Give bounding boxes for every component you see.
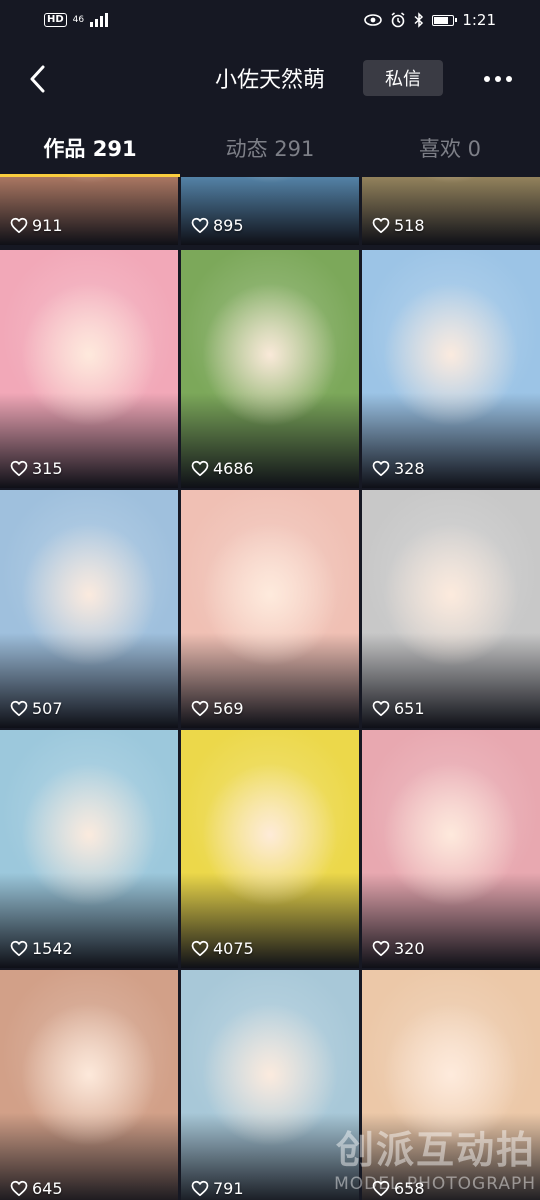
like-count-value: 4075 (213, 939, 254, 958)
chevron-left-icon (30, 65, 45, 93)
like-count-value: 651 (394, 699, 425, 718)
like-count: 320 (372, 939, 425, 958)
watermark-subtitle: MODEL PHOTOGRAPH (334, 1174, 536, 1194)
watermark-title: 创派互动拍 (335, 1128, 536, 1172)
like-count-value: 791 (213, 1179, 244, 1198)
hd-badge: HD (44, 13, 67, 27)
like-count-value: 315 (32, 459, 63, 478)
thumbnail-image (181, 730, 359, 968)
heart-icon (10, 217, 28, 234)
more-dot-icon (506, 76, 512, 82)
thumbnail-image (0, 730, 178, 968)
like-count: 315 (10, 459, 63, 478)
like-count-value: 911 (32, 216, 63, 235)
back-button[interactable] (20, 62, 54, 96)
video-thumbnail[interactable]: 791 (181, 970, 359, 1200)
thumbnail-image (362, 730, 540, 968)
heart-icon (372, 217, 390, 234)
video-thumbnail[interactable]: 645 (0, 970, 178, 1200)
direct-message-button[interactable]: 私信 (363, 60, 443, 96)
heart-icon (191, 940, 209, 957)
like-count: 569 (191, 699, 244, 718)
like-count: 651 (372, 699, 425, 718)
heart-icon (191, 1180, 209, 1197)
video-thumbnail[interactable]: 315 (0, 250, 178, 488)
like-count-value: 645 (32, 1179, 63, 1198)
watermark: 创派互动拍 MODEL PHOTOGRAPH (334, 1119, 536, 1194)
profile-header: 小佐天然萌 私信 (0, 48, 540, 110)
like-count: 328 (372, 459, 425, 478)
battery-icon (432, 14, 458, 26)
thumbnail-image (0, 970, 178, 1200)
thumbnail-image (0, 250, 178, 488)
like-count-value: 507 (32, 699, 63, 718)
video-thumbnail[interactable]: 320 (362, 730, 540, 968)
video-thumbnail[interactable]: 895 (181, 177, 359, 245)
like-count-value: 569 (213, 699, 244, 718)
like-count: 518 (372, 216, 425, 235)
video-thumbnail[interactable]: 651 (362, 490, 540, 728)
tab-likes[interactable]: 喜欢 0 (360, 120, 540, 175)
video-thumbnail[interactable]: 4075 (181, 730, 359, 968)
thumbnail-image (181, 490, 359, 728)
like-count: 911 (10, 216, 63, 235)
like-count: 4075 (191, 939, 254, 958)
status-bar: HD 46 1:21 (0, 0, 540, 40)
thumbnail-image (181, 970, 359, 1200)
more-options-button[interactable] (478, 64, 518, 94)
more-dot-icon (495, 76, 501, 82)
like-count: 895 (191, 216, 244, 235)
heart-icon (372, 460, 390, 477)
profile-title: 小佐天然萌 (214, 68, 325, 93)
signal-icon (90, 13, 109, 27)
like-count: 4686 (191, 459, 254, 478)
like-count: 791 (191, 1179, 244, 1198)
like-count: 507 (10, 699, 63, 718)
like-count: 645 (10, 1179, 63, 1198)
bluetooth-icon (414, 12, 424, 28)
video-thumbnail[interactable]: 518 (362, 177, 540, 245)
thumbnail-image (362, 250, 540, 488)
eye-icon (364, 14, 383, 26)
network-type: 46 (72, 14, 85, 25)
like-count-value: 1542 (32, 939, 73, 958)
heart-icon (191, 460, 209, 477)
status-time: 1:21 (462, 11, 496, 29)
like-count-value: 4686 (213, 459, 254, 478)
like-count: 1542 (10, 939, 73, 958)
heart-icon (10, 700, 28, 717)
alarm-icon (391, 12, 405, 28)
tab-works[interactable]: 作品 291 (0, 120, 180, 177)
status-left: HD 46 (44, 13, 109, 27)
video-thumbnail[interactable]: 328 (362, 250, 540, 488)
status-right: 1:21 (364, 11, 496, 29)
like-count-value: 320 (394, 939, 425, 958)
like-count-value: 328 (394, 459, 425, 478)
heart-icon (191, 217, 209, 234)
heart-icon (372, 940, 390, 957)
video-thumbnail[interactable]: 4686 (181, 250, 359, 488)
video-thumbnail[interactable]: 1542 (0, 730, 178, 968)
video-thumbnail[interactable]: 569 (181, 490, 359, 728)
video-grid: 911 895 518 315 4686 328 507 569 651 1542 4075 320 6… (0, 177, 540, 1200)
thumbnail-image (181, 250, 359, 488)
like-count-value: 895 (213, 216, 244, 235)
heart-icon (372, 700, 390, 717)
heart-icon (10, 1180, 28, 1197)
heart-icon (10, 940, 28, 957)
video-thumbnail[interactable]: 911 (0, 177, 178, 245)
more-dot-icon (484, 76, 490, 82)
video-thumbnail[interactable]: 507 (0, 490, 178, 728)
like-count-value: 518 (394, 216, 425, 235)
heart-icon (191, 700, 209, 717)
heart-icon (10, 460, 28, 477)
thumbnail-image (362, 490, 540, 728)
thumbnail-image (0, 490, 178, 728)
profile-tabs: 作品 291 动态 291 喜欢 0 (0, 120, 540, 177)
tab-activity[interactable]: 动态 291 (180, 120, 360, 175)
